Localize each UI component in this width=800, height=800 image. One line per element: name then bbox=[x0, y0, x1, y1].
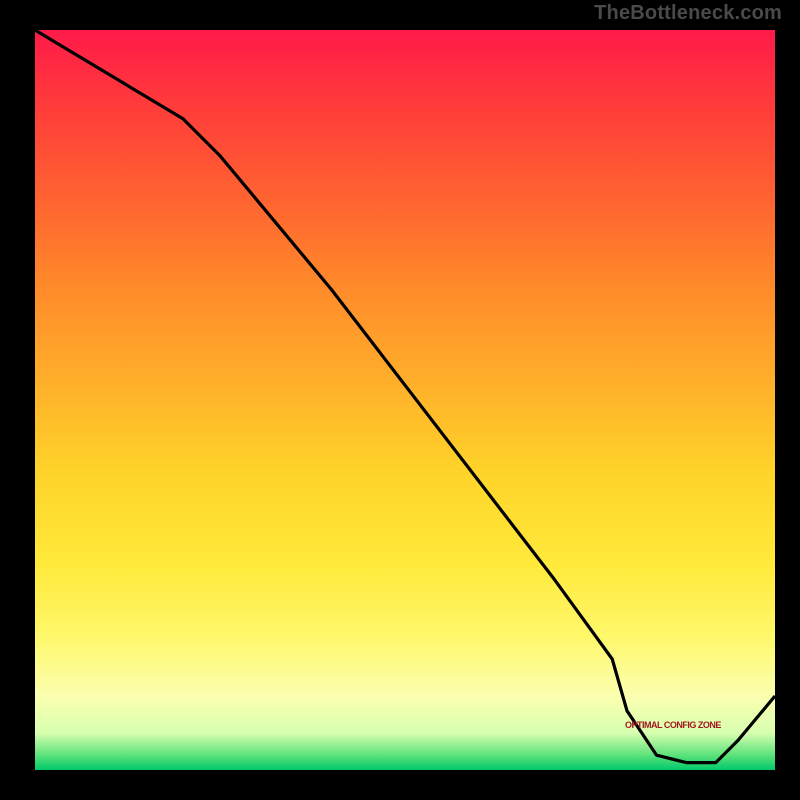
plot-area bbox=[35, 30, 775, 770]
optimal-zone-label: OPTIMAL CONFIG ZONE bbox=[625, 720, 721, 730]
attribution-text: TheBottleneck.com bbox=[594, 2, 782, 25]
chart-frame: TheBottleneck.com OPTIMAL CONFIG ZONE bbox=[0, 0, 800, 800]
